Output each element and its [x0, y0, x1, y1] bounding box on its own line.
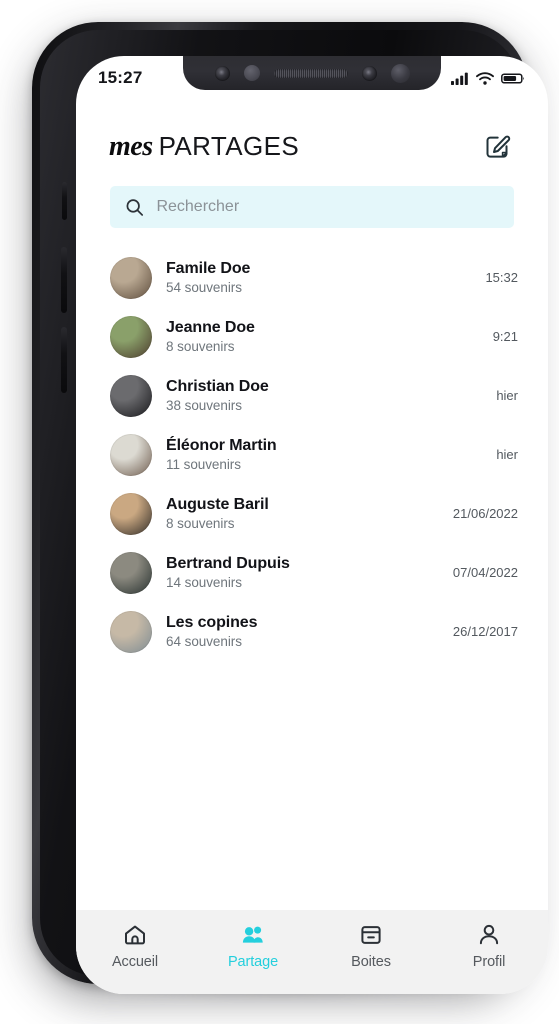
- tab-profil[interactable]: Profil: [430, 922, 548, 970]
- share-row-text: Auguste Baril 8 souvenirs: [166, 496, 439, 531]
- search-input[interactable]: [156, 186, 498, 228]
- share-name: Les copines: [166, 614, 258, 631]
- avatar: [110, 551, 152, 594]
- box-icon: [361, 926, 381, 944]
- earpiece-speaker-icon: [273, 68, 348, 78]
- share-memory-count: 8 souvenirs: [166, 339, 235, 354]
- volume-down-button[interactable]: [61, 327, 67, 393]
- signal-bars-icon: [451, 72, 468, 85]
- share-timestamp: hier: [496, 447, 518, 462]
- silent-switch-button[interactable]: [62, 182, 67, 220]
- avatar: [110, 315, 152, 358]
- tab-accueil[interactable]: Accueil: [76, 922, 194, 970]
- screenshot-stage: 15:27 mes PARTAGES Rechercher Famile Doe…: [0, 0, 559, 1024]
- share-name: Famile Doe: [166, 260, 251, 277]
- share-row-text: Christian Doe 38 souvenirs: [166, 378, 482, 413]
- share-timestamp: 07/04/2022: [452, 565, 518, 580]
- share-row[interactable]: Bertrand Dupuis 14 souvenirs 07/04/2022: [110, 543, 518, 602]
- phone-device-frame: 15:27 mes PARTAGES Rechercher Famile Doe…: [32, 22, 548, 994]
- share-memory-count: 54 souvenirs: [166, 280, 242, 295]
- tab-label-partage: Partage: [227, 954, 279, 970]
- share-row[interactable]: Famile Doe 54 souvenirs 15:32: [110, 248, 518, 307]
- share-name: Éléonor Martin: [166, 437, 277, 454]
- share-row[interactable]: Auguste Baril 8 souvenirs 21/06/2022: [110, 484, 518, 543]
- tab-partage[interactable]: Partage: [194, 922, 312, 970]
- app-logo: mes PARTAGES: [109, 131, 299, 163]
- ambient-light-sensor-icon: [243, 65, 260, 81]
- share-timestamp: 26/12/2017: [452, 624, 518, 639]
- avatar: [110, 492, 152, 535]
- share-row[interactable]: Éléonor Martin 11 souvenirs hier: [110, 425, 518, 484]
- person-icon: [479, 924, 499, 945]
- infrared-camera-icon: [361, 65, 377, 81]
- people-icon: [242, 926, 263, 943]
- share-timestamp: 9:21: [492, 329, 518, 344]
- battery-icon: [501, 72, 525, 84]
- share-memory-count: 8 souvenirs: [166, 516, 235, 531]
- avatar: [110, 256, 152, 299]
- tab-label-profil: Profil: [472, 954, 506, 970]
- share-name: Auguste Baril: [166, 496, 269, 513]
- share-name: Jeanne Doe: [166, 319, 255, 336]
- search-icon: [126, 198, 144, 216]
- compose-button[interactable]: [480, 130, 514, 164]
- share-timestamp: 15:32: [485, 270, 518, 285]
- status-bar-icons: [451, 68, 526, 85]
- front-camera-icon: [390, 63, 410, 83]
- share-memory-count: 38 souvenirs: [166, 398, 242, 413]
- phone-screen: 15:27 mes PARTAGES Rechercher Famile Doe…: [76, 56, 548, 994]
- share-row[interactable]: Jeanne Doe 8 souvenirs 9:21: [110, 307, 518, 366]
- app-logo-secondary: PARTAGES: [158, 131, 300, 161]
- share-name: Christian Doe: [166, 378, 269, 395]
- device-notch: [183, 56, 441, 90]
- status-bar-clock: 15:27: [98, 68, 143, 87]
- share-memory-count: 14 souvenirs: [166, 575, 242, 590]
- avatar: [110, 374, 152, 417]
- share-timestamp: 21/06/2022: [452, 506, 518, 521]
- tab-label-accueil: Accueil: [111, 954, 159, 970]
- share-row-text: Famile Doe 54 souvenirs: [166, 260, 471, 295]
- share-row-text: Jeanne Doe 8 souvenirs: [166, 319, 479, 354]
- avatar: [110, 610, 152, 653]
- shares-list: Famile Doe 54 souvenirs 15:32 Jeanne Doe 8 s…: [76, 248, 548, 904]
- bottom-tab-bar: Accueil Partage Boites Profil: [76, 910, 548, 994]
- tab-label-boites: Boites: [351, 954, 391, 970]
- share-row-text: Bertrand Dupuis 14 souvenirs: [166, 555, 439, 590]
- share-row-text: Éléonor Martin 11 souvenirs: [166, 437, 482, 472]
- share-timestamp: hier: [496, 388, 518, 403]
- home-icon: [125, 925, 145, 945]
- share-row-text: Les copines 64 souvenirs: [166, 614, 439, 649]
- wifi-icon: [476, 71, 494, 85]
- volume-up-button[interactable]: [61, 247, 67, 313]
- share-row[interactable]: Les copines 64 souvenirs 26/12/2017: [110, 602, 518, 661]
- tab-boites[interactable]: Boites: [312, 922, 430, 970]
- share-memory-count: 64 souvenirs: [166, 634, 242, 649]
- avatar: [110, 433, 152, 476]
- search-bar[interactable]: [110, 186, 514, 228]
- share-row[interactable]: Christian Doe 38 souvenirs hier: [110, 366, 518, 425]
- app-header: mes PARTAGES: [76, 118, 548, 176]
- proximity-sensor-icon: [214, 65, 230, 81]
- app-logo-primary: mes: [109, 131, 153, 162]
- share-name: Bertrand Dupuis: [166, 555, 290, 572]
- compose-edit-icon: [486, 135, 511, 158]
- share-memory-count: 11 souvenirs: [166, 457, 241, 472]
